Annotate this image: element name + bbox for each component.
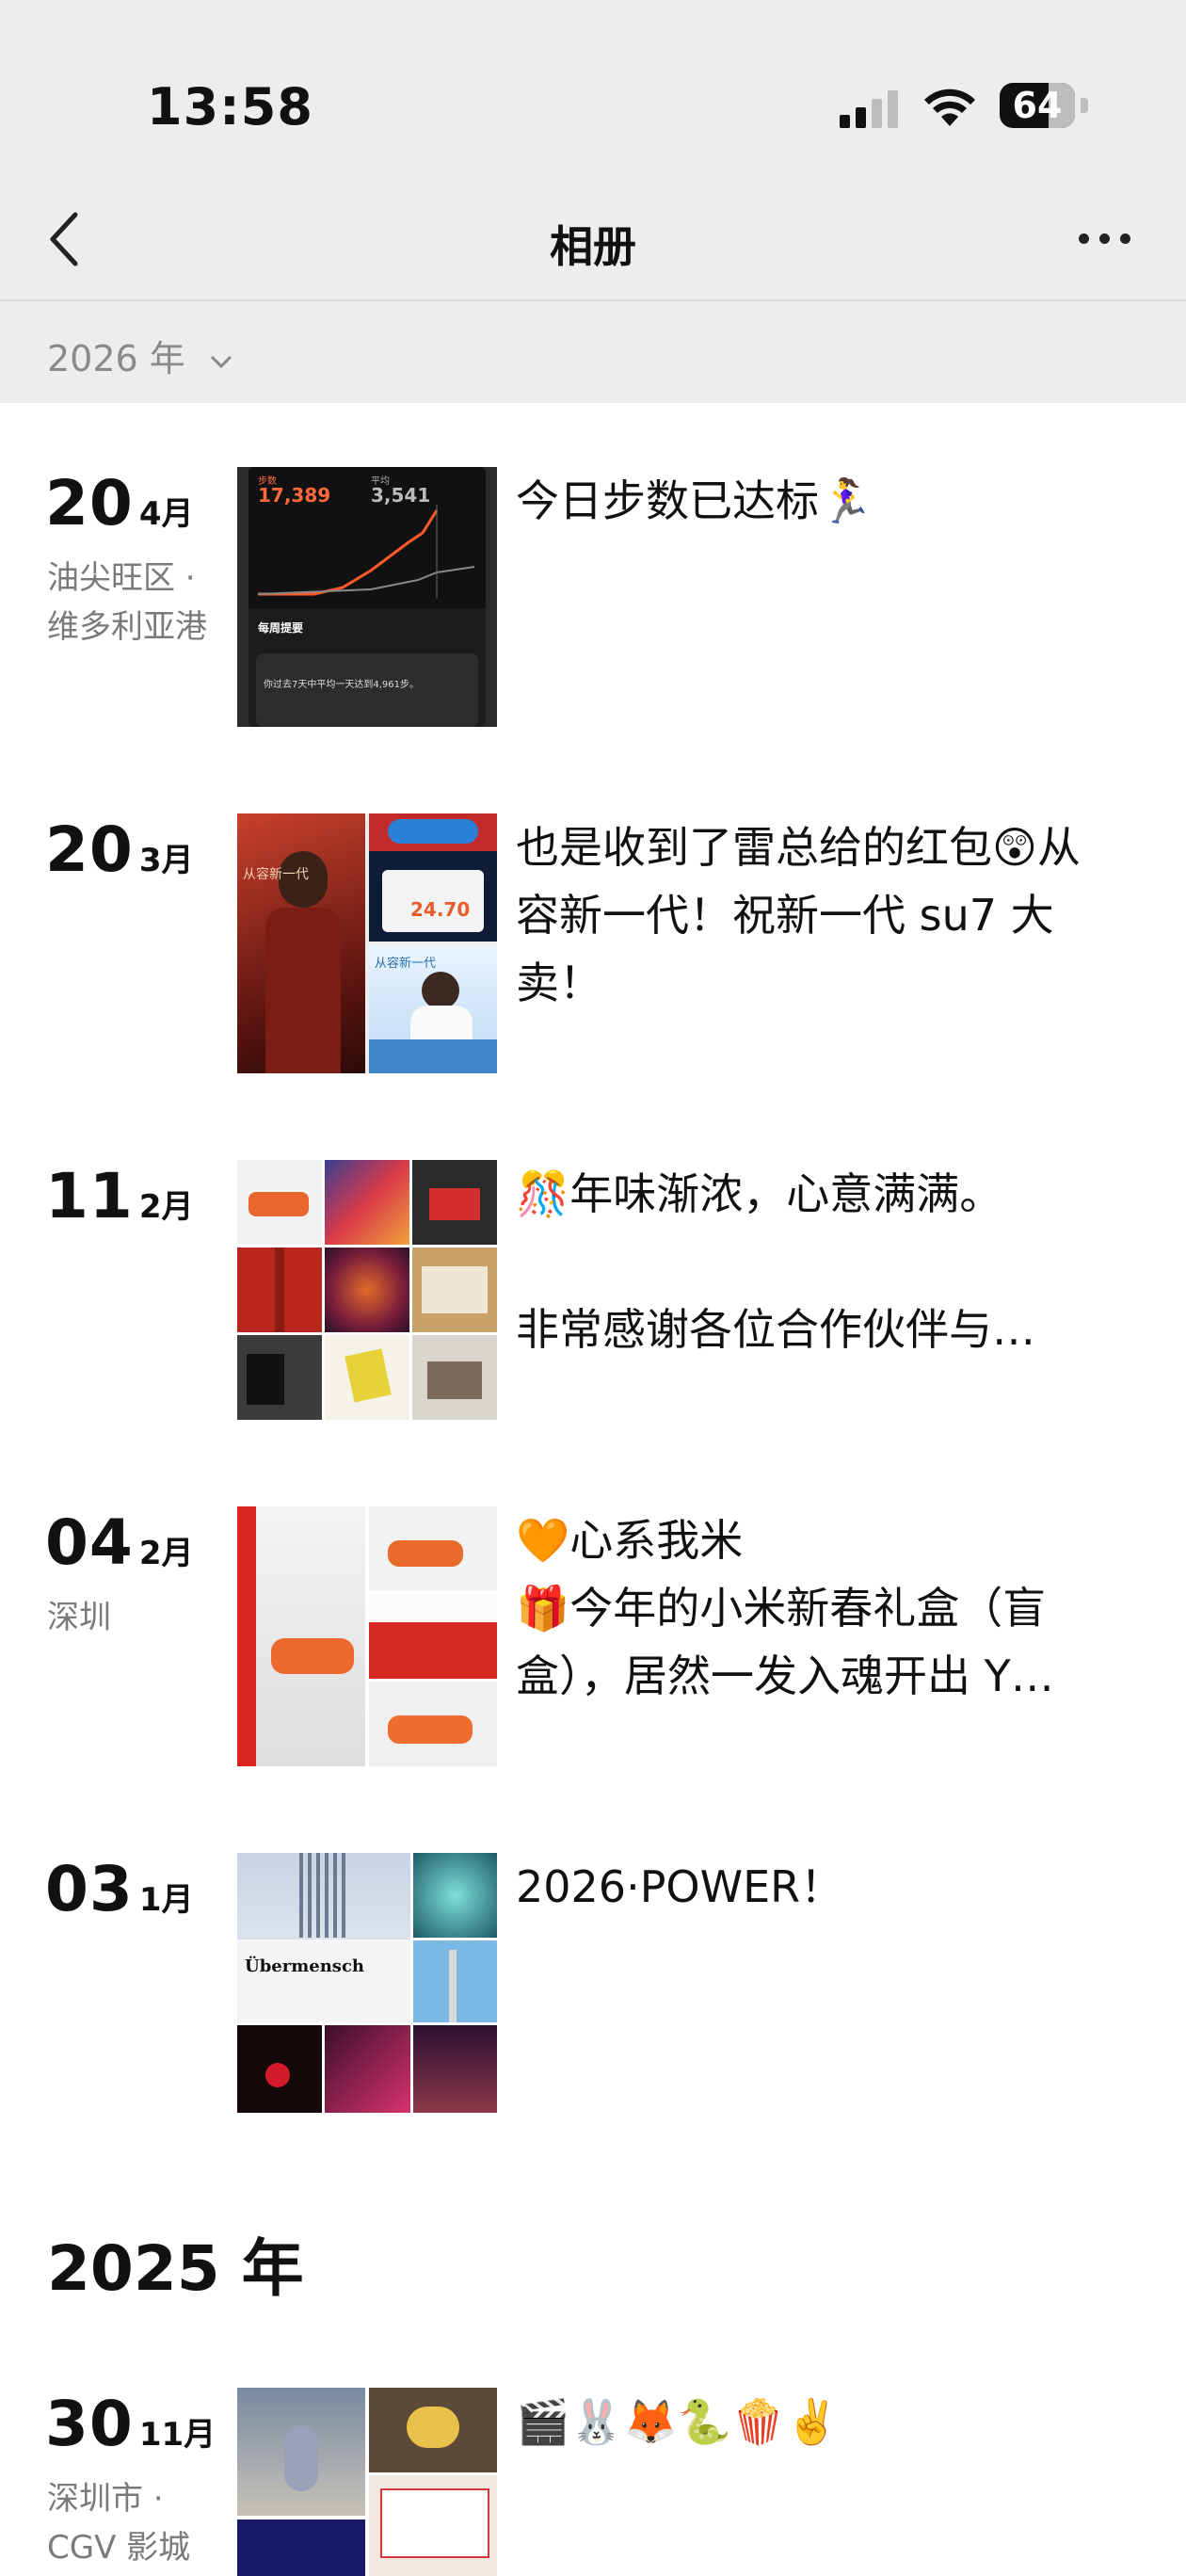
entry-text: 🧡心系我米 🎁今年的小米新春礼盒（盲盒），居然一发入魂开出 Y… xyxy=(516,1515,1054,1701)
entry-month: 2月 xyxy=(138,1188,194,1226)
entry-date: 20 3月 xyxy=(45,813,194,886)
entry-day: 20 xyxy=(45,467,134,539)
entry-month: 4月 xyxy=(138,495,194,533)
entry-day: 30 xyxy=(45,2388,134,2460)
entry-day: 11 xyxy=(45,1160,134,1232)
entry-date: 30 11月 xyxy=(45,2388,216,2460)
entry-photo[interactable]: 步数 平均 17,389 3,541 每周提要 你过去7天中平均一天达到4,96… xyxy=(237,467,497,727)
entry-text: 今日步数已达标🏃‍♀️ xyxy=(516,475,873,526)
chevron-down-icon xyxy=(210,355,232,368)
entry-date: 20 4月 xyxy=(45,467,194,539)
page-title: 相册 xyxy=(550,221,636,272)
entry-month: 2月 xyxy=(138,1535,194,1572)
entry-photo[interactable] xyxy=(237,1160,497,1420)
battery-level: 64 xyxy=(1012,85,1063,126)
entry-text: 🎊年味渐浓，心意满满。 非常感谢各位合作伙伴与… xyxy=(516,1168,1035,1355)
year-filter[interactable]: 2026 年 xyxy=(47,330,232,381)
status-bar: 13:58 64 xyxy=(0,0,1186,188)
entry-day: 20 xyxy=(45,813,134,886)
entry-day: 03 xyxy=(45,1853,134,1925)
entry-date: 04 2月 xyxy=(45,1506,194,1579)
entry-location: 油尖旺区 · 维多利亚港 xyxy=(47,559,207,646)
more-icon[interactable] xyxy=(1079,224,1135,252)
status-time: 13:58 xyxy=(147,77,313,137)
entry-month: 3月 xyxy=(138,842,194,879)
battery-icon: 64 xyxy=(1000,83,1088,130)
nav-bar: 相册 xyxy=(0,188,1186,299)
entry-date: 11 2月 xyxy=(45,1160,194,1232)
entry-photo[interactable] xyxy=(237,1506,497,1766)
entry-text: 也是收到了雷总给的红包😲从容新一代！祝新一代 su7 大卖！ xyxy=(516,822,1081,1008)
wifi-icon xyxy=(924,89,975,126)
entry-month: 1月 xyxy=(138,1881,194,1919)
entry-date: 03 1月 xyxy=(45,1853,194,1925)
entry-location: 深圳 xyxy=(47,1599,111,1636)
entry-month: 11月 xyxy=(138,2416,216,2454)
entry-photo[interactable]: 从容新一代 24.70 从容新一代 xyxy=(237,813,497,1073)
entry-text: 2026·POWER！ xyxy=(516,1861,844,1912)
entry-photo[interactable] xyxy=(237,2388,497,2576)
top-bar: 13:58 64 相册 2026 年 xyxy=(0,0,1186,403)
entry-location: 深圳市 · CGV 影城 xyxy=(47,2480,191,2567)
entry-day: 04 xyxy=(45,1506,134,1579)
year-heading: 2025 年 xyxy=(47,2232,304,2305)
nav-divider xyxy=(0,299,1186,301)
cellular-signal-icon xyxy=(840,90,898,128)
year-filter-label: 2026 年 xyxy=(47,338,185,379)
entry-text: 🎬🐰🦊🐍🍿✌️ xyxy=(516,2396,840,2447)
entry-photo[interactable]: Übermensch xyxy=(237,1853,497,2113)
